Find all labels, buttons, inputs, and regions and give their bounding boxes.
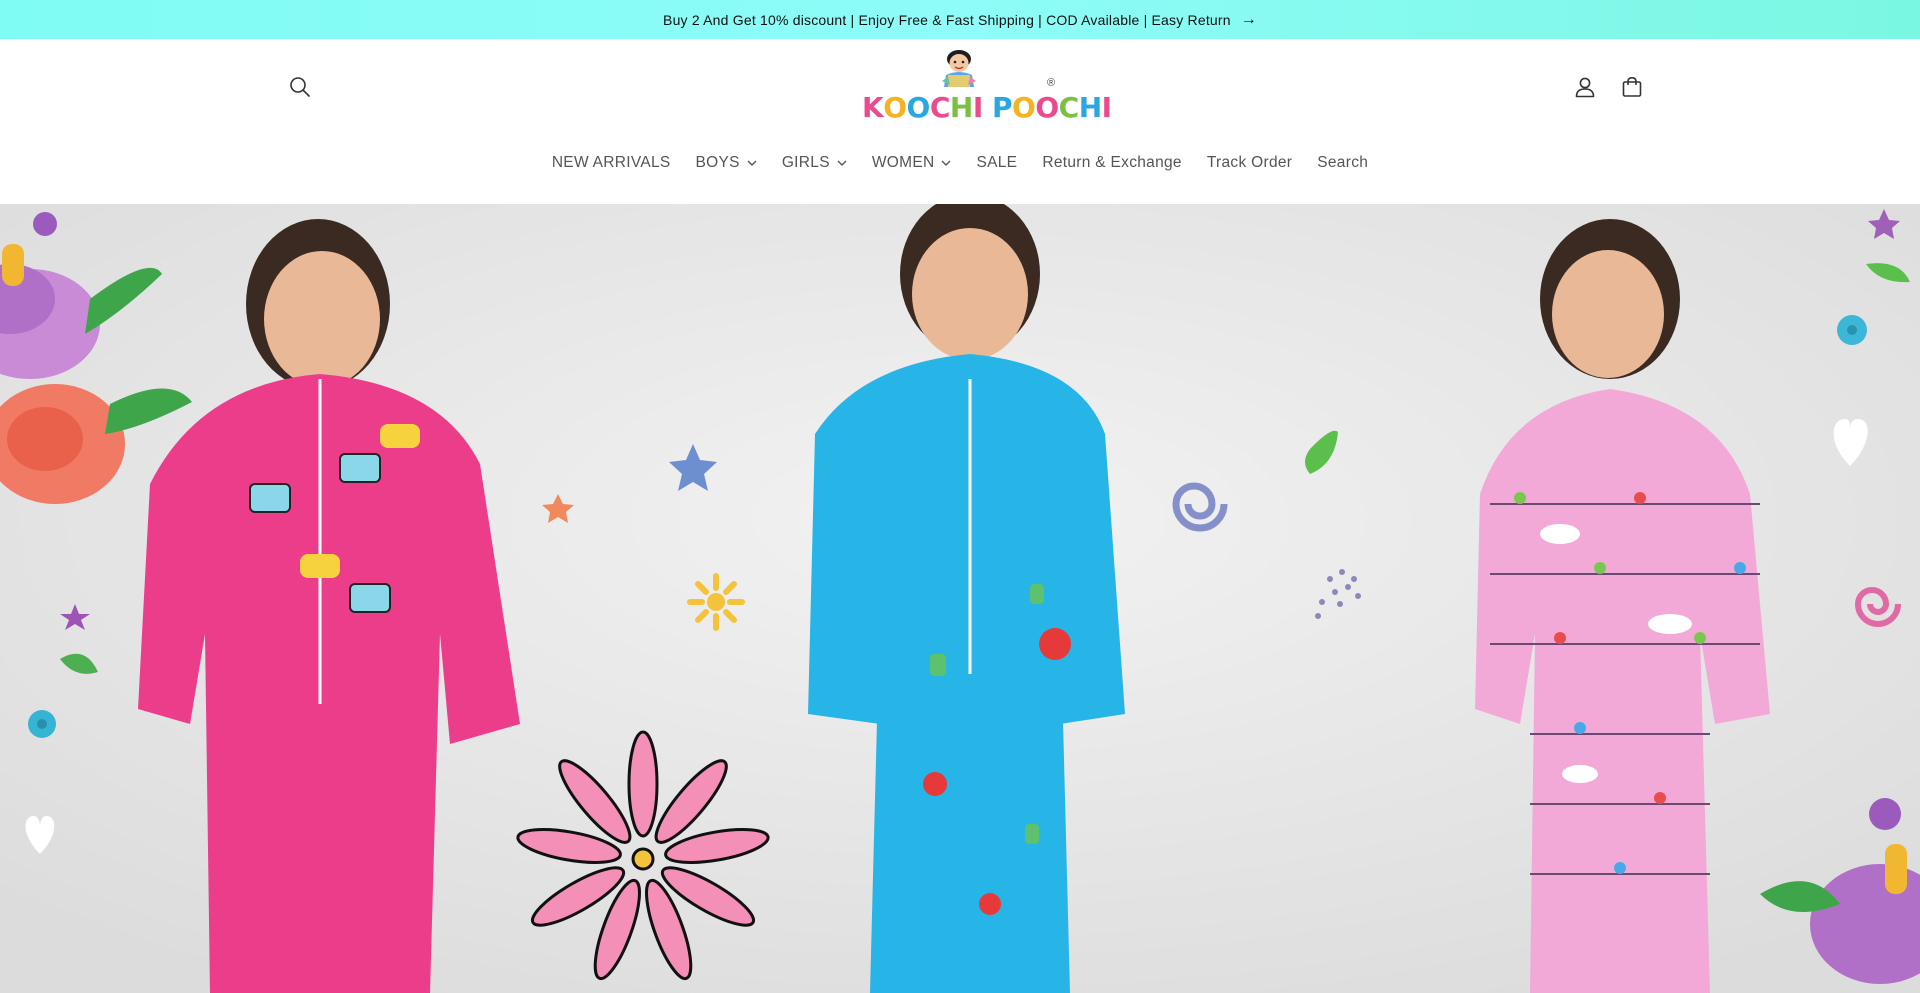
nav-item-new-arrivals[interactable]: NEW ARRIVALS xyxy=(539,154,683,172)
flower-small-icon xyxy=(1837,315,1867,345)
nav-item-label: SALE xyxy=(976,154,1018,171)
chevron-down-icon xyxy=(941,160,951,166)
logo-wordmark: KOOCHI POOCHI xyxy=(862,91,1112,124)
flower-small-icon xyxy=(28,710,56,738)
bag-icon xyxy=(1622,76,1642,97)
nav-item-search[interactable]: Search xyxy=(1305,154,1381,172)
arrow-right-icon: → xyxy=(1240,10,1257,28)
nav-item-women[interactable]: WOMEN xyxy=(859,154,964,172)
main-navigation: NEW ARRIVALS BOYS GIRLS WOMEN SALE Retur… xyxy=(0,149,1920,177)
hero-illustration xyxy=(0,204,1920,993)
nav-item-label: Track Order xyxy=(1206,154,1293,171)
user-icon xyxy=(1575,77,1595,98)
nav-item-label: NEW ARRIVALS xyxy=(551,154,671,171)
nav-item-label: Search xyxy=(1317,154,1369,171)
search-icon xyxy=(290,77,310,97)
nav-item-label: Return & Exchange xyxy=(1042,154,1182,171)
nav-item-label: WOMEN xyxy=(871,154,935,171)
site-header: KOOCHI POOCHI ® NEW ARRIVALS BOYS GIRLS xyxy=(0,39,1920,204)
chevron-down-icon xyxy=(837,160,847,166)
header-search-button[interactable] xyxy=(284,71,316,103)
nav-item-track-order[interactable]: Track Order xyxy=(1194,154,1304,172)
chevron-down-icon xyxy=(747,160,757,166)
registered-mark: ® xyxy=(1047,77,1056,89)
brand-logo[interactable]: KOOCHI POOCHI ® xyxy=(862,47,1112,125)
nav-item-sale[interactable]: SALE xyxy=(964,154,1030,172)
announcement-bar[interactable]: Buy 2 And Get 10% discount | Enjoy Free … xyxy=(0,0,1920,40)
nav-item-return-exchange[interactable]: Return & Exchange xyxy=(1030,154,1195,172)
nav-item-label: GIRLS xyxy=(781,154,830,171)
nav-item-boys[interactable]: BOYS xyxy=(683,154,769,172)
nav-item-girls[interactable]: GIRLS xyxy=(769,154,859,172)
hero-banner[interactable] xyxy=(0,204,1920,993)
cart-button[interactable] xyxy=(1616,71,1648,103)
kid-mascot-icon xyxy=(942,50,976,87)
account-button[interactable] xyxy=(1569,71,1601,103)
nav-item-label: BOYS xyxy=(695,154,740,171)
sun-icon xyxy=(687,573,745,631)
announcement-text: Buy 2 And Get 10% discount | Enjoy Free … xyxy=(663,11,1231,28)
